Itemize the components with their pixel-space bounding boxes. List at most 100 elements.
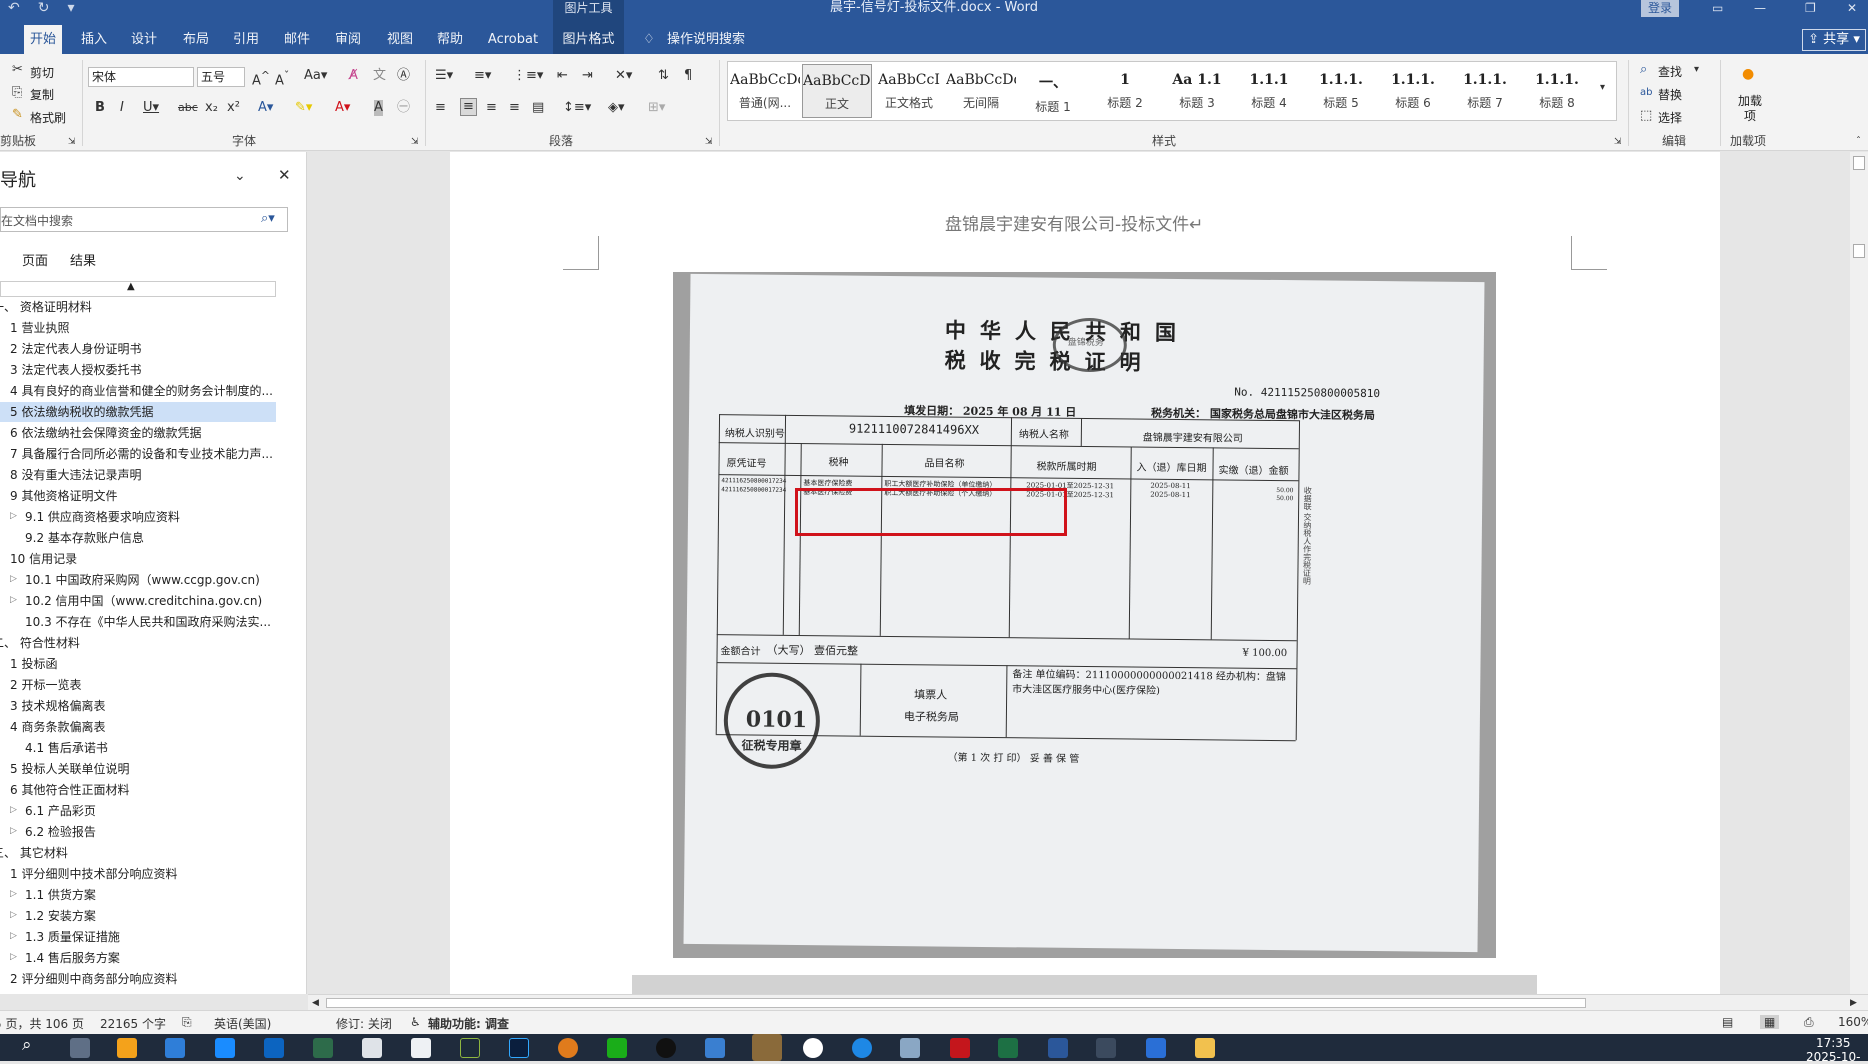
expand-triangle-icon[interactable]: ▷ [10, 910, 17, 920]
tell-me-search[interactable]: 操作说明搜索 [666, 25, 746, 54]
login-button[interactable]: 登录 [1641, 0, 1679, 17]
tab-insert[interactable]: 插入 [76, 25, 112, 54]
word-icon[interactable] [1048, 1038, 1068, 1058]
word-count[interactable]: 22165 个字 [100, 1015, 166, 1032]
app-icon[interactable] [558, 1038, 578, 1058]
italic-icon[interactable]: I [120, 100, 124, 116]
tab-mailings[interactable]: 邮件 [279, 25, 315, 54]
app-icon[interactable] [165, 1038, 185, 1058]
nav-heading[interactable]: 9 其他资格证明文件 [10, 486, 117, 506]
nav-heading[interactable]: 1 投标函 [10, 654, 57, 674]
nav-heading[interactable]: 3 技术规格偏离表 [10, 696, 105, 716]
align-right-icon[interactable]: ≡ [486, 100, 497, 116]
expand-triangle-icon[interactable]: ▷ [10, 805, 17, 815]
app-icon[interactable] [705, 1038, 725, 1058]
acrobat-icon[interactable] [950, 1038, 970, 1058]
expand-triangle-icon[interactable]: ▷ [10, 826, 17, 836]
highlight-icon[interactable]: ✎▾ [295, 100, 312, 116]
app-icon[interactable] [752, 1034, 782, 1061]
style-heading-1[interactable]: 一、 标题 1 [1018, 64, 1088, 118]
nav-heading[interactable]: 三、 其它材料 [0, 843, 68, 863]
nav-heading[interactable]: 1 评分细则中技术部分响应资料 [10, 864, 177, 884]
strikethrough-icon[interactable]: abc [178, 100, 198, 116]
tab-layout[interactable]: 布局 [178, 25, 214, 54]
nav-heading[interactable]: 6 其他符合性正面材料 [10, 780, 129, 800]
copy-button[interactable]: 复制 [30, 86, 54, 103]
style-heading-4[interactable]: 1.1.1 标题 4 [1234, 64, 1304, 118]
tab-view[interactable]: 视图 [382, 25, 418, 54]
track-changes[interactable]: 修订: 关闭 [336, 1015, 392, 1032]
minimize-icon[interactable]: — [1754, 0, 1766, 16]
nav-heading[interactable]: 1.4 售后服务方案 [25, 948, 120, 968]
nav-heading[interactable]: 10.3 不存在《中华人民共和国政府采购法实... [25, 612, 275, 632]
font-launcher-icon[interactable]: ⇲ [411, 134, 419, 150]
shading-icon[interactable]: ◈▾ [608, 100, 625, 116]
bold-icon[interactable]: B [95, 100, 105, 116]
horizontal-scrollbar[interactable]: ◀ ▶ [308, 994, 1868, 1010]
collapse-ribbon-icon[interactable]: ˆ [1856, 134, 1861, 150]
hscroll-thumb[interactable] [326, 998, 1586, 1008]
nav-heading[interactable]: 10.2 信用中国（www.creditchina.gov.cn) [25, 591, 262, 611]
search-icon[interactable]: ⌕ [22, 1037, 32, 1054]
style-heading-5[interactable]: 1.1.1. 标题 5 [1306, 64, 1376, 118]
multilevel-list-icon[interactable]: ⋮≡▾ [513, 68, 543, 84]
nav-close-icon[interactable]: ✕ [278, 167, 291, 183]
nav-heading[interactable]: 9.2 基本存款账户信息 [25, 528, 144, 548]
expand-triangle-icon[interactable]: ▷ [10, 574, 17, 584]
subscript-icon[interactable]: x₂ [205, 100, 218, 116]
justify-icon[interactable]: ≡ [509, 100, 520, 116]
app-icon[interactable] [313, 1038, 333, 1058]
style-heading-8[interactable]: 1.1.1. 标题 8 [1522, 64, 1592, 118]
expand-triangle-icon[interactable]: ▷ [10, 595, 17, 605]
document-icon[interactable] [411, 1038, 431, 1058]
align-left-icon[interactable]: ≡ [435, 100, 446, 116]
system-clock[interactable]: 17:35 2025-10- [1806, 1036, 1860, 1064]
change-case-icon[interactable]: Aa▾ [304, 68, 327, 84]
expand-triangle-icon[interactable]: ▷ [10, 889, 17, 899]
sort-icon[interactable]: ⇅ [658, 68, 669, 84]
nav-heading[interactable]: 3 法定代表人授权委托书 [10, 360, 141, 380]
nav-heading[interactable]: 10.1 中国政府采购网（www.ccgp.gov.cn) [25, 570, 260, 590]
distributed-icon[interactable]: ▤ [532, 100, 544, 116]
close-window-icon[interactable]: ✕ [1847, 0, 1857, 16]
find-button[interactable]: 查找 [1658, 63, 1682, 80]
nav-heading[interactable]: 6.1 产品彩页 [25, 801, 96, 821]
web-layout-icon[interactable]: ⎙ [1804, 1015, 1814, 1030]
browser-icon[interactable] [117, 1038, 137, 1058]
numbering-icon[interactable]: ≡▾ [474, 68, 491, 84]
nav-options-chevron-icon[interactable]: ⌄ [234, 168, 246, 184]
zoom-level[interactable]: 160% [1838, 1015, 1868, 1029]
nav-search-input[interactable]: 在文档中搜索 ⌕▾ [0, 207, 288, 232]
bullets-icon[interactable]: ☰▾ [435, 68, 453, 84]
app-icon[interactable] [852, 1038, 872, 1058]
cut-button[interactable]: 剪切 [30, 64, 54, 81]
format-painter-button[interactable]: 格式刷 [30, 109, 66, 126]
styles-launcher-icon[interactable]: ⇲ [1614, 134, 1622, 150]
nav-heading[interactable]: 1.2 安装方案 [25, 906, 96, 926]
nav-heading[interactable]: 2 开标一览表 [10, 675, 81, 695]
nav-heading[interactable]: 5 投标人关联单位说明 [10, 759, 129, 779]
style-heading-3[interactable]: Aa 1.1 标题 3 [1162, 64, 1232, 118]
tab-home[interactable]: 开始 [24, 25, 62, 54]
nav-scroll-up[interactable]: ▲ [0, 281, 276, 297]
nav-heading[interactable]: 4.1 售后承诺书 [25, 738, 108, 758]
calculator-icon[interactable] [70, 1038, 90, 1058]
styles-more-icon[interactable]: ▾ [1600, 80, 1605, 96]
enclose-characters-icon[interactable]: ㊀ [397, 100, 410, 116]
nav-tab-results[interactable]: 结果 [70, 250, 96, 269]
file-explorer-icon[interactable] [1195, 1038, 1215, 1058]
nav-heading[interactable]: 4 商务条款偏离表 [10, 717, 105, 737]
vertical-scrollbar[interactable] [1850, 152, 1868, 994]
photoshop-icon[interactable] [509, 1038, 529, 1058]
app-icon[interactable] [803, 1038, 823, 1058]
proofing-icon[interactable]: ⎘ [182, 1015, 192, 1030]
nav-heading[interactable]: 2 法定代表人身份证明书 [10, 339, 141, 359]
shrink-font-icon[interactable]: Aˇ [275, 68, 289, 89]
addins-button[interactable]: 加载项 [1738, 94, 1762, 124]
wechat-icon[interactable] [607, 1038, 627, 1058]
paragraph-launcher-icon[interactable]: ⇲ [705, 134, 713, 150]
nav-heading[interactable]: 9.1 供应商资格要求响应资料 [25, 507, 180, 527]
excel-icon[interactable] [998, 1038, 1018, 1058]
align-center-icon[interactable]: ≡ [460, 98, 477, 116]
nav-heading[interactable]: 1 营业执照 [10, 318, 69, 338]
